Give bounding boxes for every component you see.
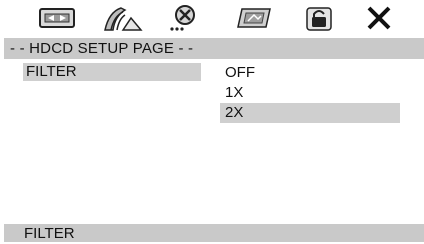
exit-icon[interactable] [364,3,394,33]
menu-item-filter[interactable]: FILTER [23,63,201,81]
option-1x[interactable]: 1X [220,83,400,103]
setup-screen: - - HDCD SETUP PAGE - - FILTER OFF 1X 2X… [0,0,424,242]
audio-setup-icon[interactable] [100,3,144,33]
option-2x[interactable]: 2X [220,103,400,123]
option-off[interactable]: OFF [220,63,400,83]
general-setup-icon[interactable] [36,3,78,33]
password-lock-icon[interactable] [302,3,336,33]
status-bar: FILTER [4,224,424,242]
dolby-setup-icon[interactable] [165,3,201,33]
preference-setup-icon[interactable] [235,3,275,33]
setup-tabs-bar [0,0,424,36]
filter-options-list: OFF 1X 2X [220,63,400,123]
page-title: - - HDCD SETUP PAGE - - [4,38,424,59]
